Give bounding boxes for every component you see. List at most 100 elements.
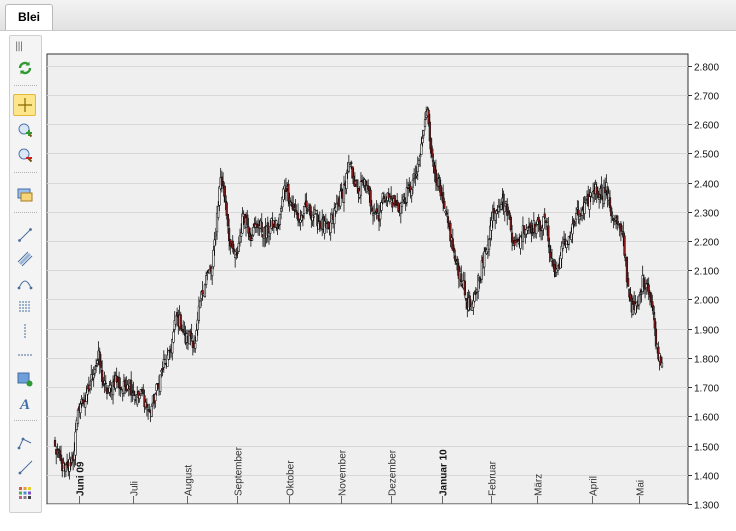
candle-body [212,249,215,267]
candle-body [473,293,476,302]
candle-body [64,464,67,472]
candle-body [411,179,415,188]
candle-body [350,161,353,165]
candle-body [312,215,315,218]
y-tick-label: 2.000 [694,296,719,307]
candle-body [390,195,393,200]
candle-body [617,223,620,225]
candle-body [194,342,197,349]
candle-body [369,189,372,207]
candle-body [422,130,425,136]
y-tick-label: 2.600 [694,121,719,132]
candle-body [646,283,649,285]
candle-body [315,210,318,214]
x-tick-label: Juli [130,481,141,496]
candle-body [490,219,493,231]
candle-body [359,181,363,196]
candle-body [576,207,579,210]
candle-body [252,227,255,236]
candle-body [583,202,586,214]
candle-body [577,209,580,216]
plot-area [46,53,689,505]
candle-body [93,369,97,374]
candle-body [335,203,338,212]
y-tick-label: 2.200 [694,238,719,249]
candle-body [130,379,133,396]
candle-body [117,376,121,389]
candlestick-chart[interactable]: 2.800 2.700 2.600 2.500 2.400 2.300 2.200 2.100… [0,0,736,531]
candle-body [161,368,164,370]
candle-body [416,163,419,172]
candle-body [654,328,658,347]
candle-body [406,187,410,190]
candle-body [423,119,427,128]
candle-body [382,196,385,200]
candle-body [127,388,130,391]
candle-body [548,244,551,254]
candle-body [637,295,641,306]
candle-body [69,462,72,467]
candle-body [203,284,207,297]
candle-body [445,212,448,215]
candle-body [79,403,82,414]
candle-body [224,195,227,203]
candle-body [235,253,238,256]
candle-body [600,184,603,200]
candle-body [443,200,446,209]
candle-body [588,196,591,210]
candle-body [305,200,308,208]
candle-body [623,235,626,256]
y-tick-label: 2.100 [694,267,719,278]
candle-body [160,370,163,373]
candle-body [572,219,575,226]
candle-body [573,222,577,225]
candle-body [517,238,520,242]
x-tick-label: September [234,446,245,496]
candle-body [660,362,664,368]
y-tick-label: 1.900 [694,326,719,337]
candle-body [483,251,486,268]
candle-body [356,179,359,188]
candle-body [417,160,421,165]
candle-body [107,392,110,394]
candle-body [241,213,244,234]
candle-body [231,240,234,249]
candle-body [91,378,94,381]
candle-body [653,318,656,329]
candle-body [408,184,411,186]
candle-body [95,364,98,367]
candle-body [159,374,162,392]
candle-body [348,164,352,168]
candle-body [174,315,178,325]
candle-body [214,233,217,237]
candle-body [402,196,405,200]
candle-body [500,204,503,210]
candle-body [88,384,92,390]
candle [203,283,207,298]
candle-body [76,409,80,424]
candle-body [419,154,422,158]
candle-body [627,278,630,287]
candle-body [374,212,377,214]
candle-body [598,197,601,200]
candle-body [198,300,202,309]
candle-body [150,405,153,417]
candle-body [465,298,468,301]
candle-body [420,143,423,155]
x-tick-label: Juni 09 [76,461,87,496]
candle-body [56,452,59,454]
candle-body [652,305,655,315]
candle-body [428,121,431,142]
candle-body [543,213,546,218]
candle-body [138,395,141,399]
candle-body [345,173,348,189]
candle-body [495,210,498,214]
candle-body [163,359,167,364]
x-tick-label: Februar [488,460,499,496]
candle-body [211,267,214,277]
candle-body [444,211,447,214]
candle-body [504,201,508,205]
candle-body [454,255,457,262]
candle-body [535,225,538,234]
candle [623,232,626,259]
